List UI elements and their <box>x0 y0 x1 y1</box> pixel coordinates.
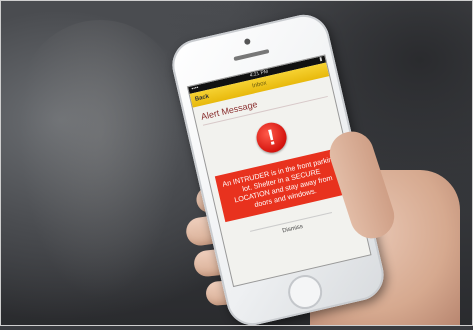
exclamation-circle-icon: ! <box>253 119 290 156</box>
blurred-background-figure <box>20 20 180 300</box>
dismiss-button[interactable]: Dismiss <box>249 211 335 242</box>
home-button[interactable] <box>284 271 326 313</box>
front-camera <box>243 38 251 46</box>
earpiece-speaker <box>233 49 270 62</box>
